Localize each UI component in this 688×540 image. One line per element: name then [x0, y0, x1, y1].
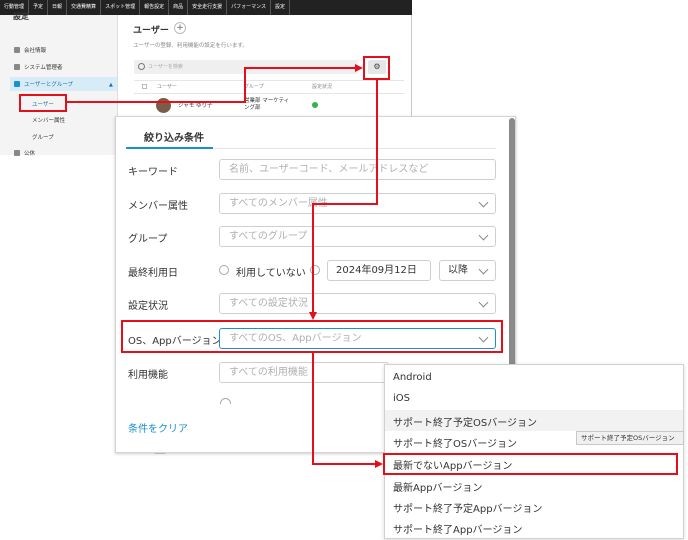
- arrowhead-right: [375, 460, 383, 468]
- arrowhead-down: [309, 312, 317, 320]
- arrowhead-right: [355, 64, 363, 72]
- annotation-arrowheads: [309, 64, 383, 468]
